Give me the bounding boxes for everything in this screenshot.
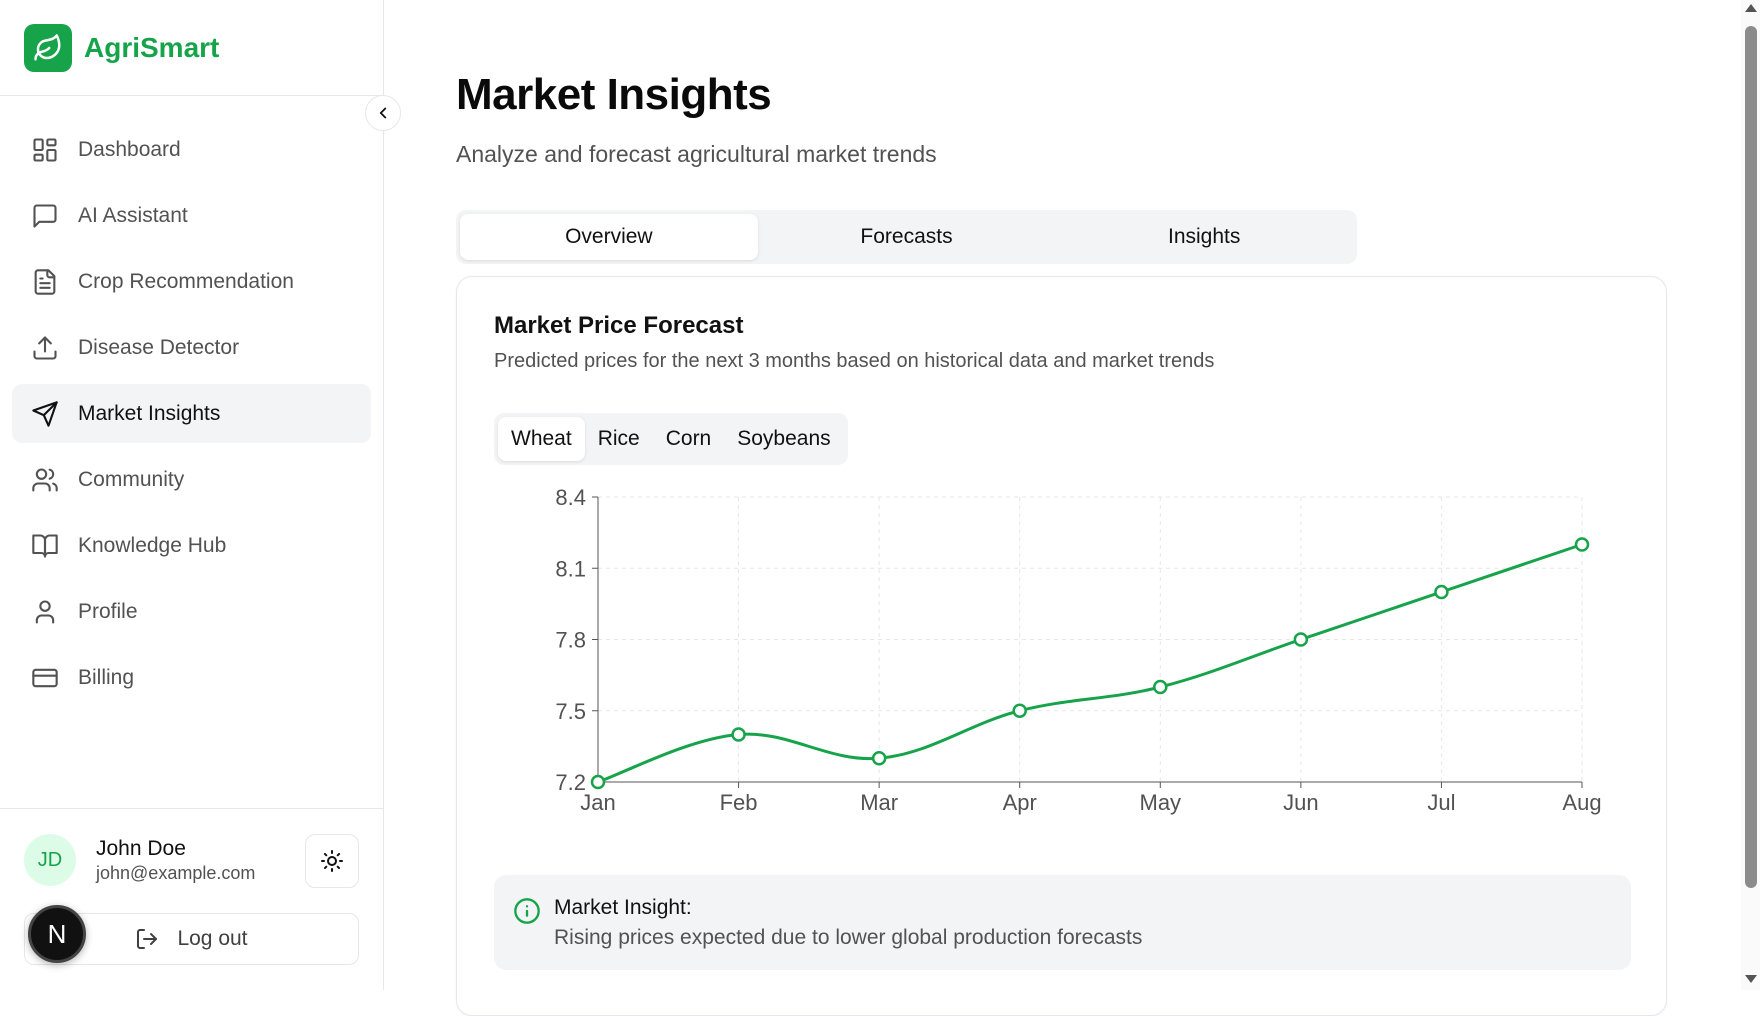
- chevron-left-icon: [379, 107, 387, 119]
- crop-tab-soybeans[interactable]: Soybeans: [724, 417, 843, 461]
- data-point: [1434, 584, 1449, 600]
- sidebar-item-billing[interactable]: Billing: [12, 648, 371, 707]
- x-tick-label: Apr: [1003, 790, 1037, 815]
- sidebar-item-profile[interactable]: Profile: [12, 582, 371, 641]
- sidebar-item-label: Billing: [78, 665, 135, 689]
- logout-label: Log out: [177, 927, 248, 950]
- sidebar-item-label: Dashboard: [78, 137, 181, 161]
- card-title: Market Price Forecast: [494, 312, 744, 339]
- sidebar-item-disease-detector[interactable]: Disease Detector: [12, 318, 371, 377]
- sidebar-nav: Dashboard AI Assistant Crop Recommendati…: [12, 120, 371, 714]
- sidebar-item-ai-assistant[interactable]: AI Assistant: [12, 186, 371, 245]
- info-icon: [514, 898, 540, 924]
- crop-tab-corn[interactable]: Corn: [653, 417, 725, 461]
- file-text-icon: [30, 267, 60, 297]
- scroll-up-arrow-icon[interactable]: [1745, 4, 1757, 12]
- brand-name: AgriSmart: [84, 32, 220, 63]
- data-point: [1293, 632, 1309, 647]
- x-tick-label: Jul: [1427, 790, 1455, 815]
- message-square-icon: [30, 201, 60, 231]
- series-line: [597, 543, 1583, 784]
- credit-card-icon: [30, 663, 60, 693]
- log-out-icon: [137, 929, 158, 949]
- page-subtitle: Analyze and forecast agricultural market…: [456, 141, 937, 167]
- sidebar: AgriSmart Dashboard AI Assistant Crop Re…: [0, 0, 384, 990]
- leaf-logo-icon: [24, 24, 72, 72]
- card-description: Predicted prices for the next 3 months b…: [494, 350, 1215, 372]
- users-icon: [30, 465, 60, 495]
- x-tick-label: Feb: [720, 790, 758, 815]
- price-line-chart: 7.27.57.88.18.4Jan Feb Mar Apr May Jun Jul Aug: [555, 487, 1601, 815]
- divider: [0, 808, 383, 809]
- data-point: [1153, 679, 1168, 695]
- collapse-sidebar-button[interactable]: [365, 95, 401, 131]
- view-tabs: Overview Forecasts Insights: [456, 210, 1357, 264]
- insight-text: Rising prices expected due to lower glob…: [554, 926, 1143, 949]
- crop-tab-wheat[interactable]: Wheat: [498, 417, 585, 461]
- sidebar-item-label: AI Assistant: [78, 203, 188, 227]
- user-icon: [30, 597, 60, 627]
- send-icon: [30, 399, 60, 429]
- x-tick-label: Jun: [1283, 790, 1318, 815]
- sidebar-item-label: Knowledge Hub: [78, 533, 227, 557]
- scroll-down-arrow-icon[interactable]: [1745, 975, 1757, 983]
- user-profile: JD John Doe john@example.com: [24, 834, 255, 886]
- tab-insights[interactable]: Insights: [1055, 214, 1353, 260]
- divider: [0, 95, 383, 96]
- sidebar-item-label: Profile: [78, 599, 138, 623]
- sidebar-item-label: Disease Detector: [78, 335, 240, 359]
- y-tick-label: 8.4: [555, 487, 586, 510]
- sidebar-item-community[interactable]: Community: [12, 450, 371, 509]
- x-tick-label: May: [1140, 790, 1182, 815]
- avatar: JD: [24, 834, 76, 886]
- upload-icon: [30, 333, 60, 363]
- market-insight-callout: Market Insight: Rising prices expected d…: [494, 875, 1631, 970]
- y-tick-label: 7.5: [555, 699, 586, 724]
- x-tick-label: Jan: [580, 790, 615, 815]
- price-forecast-card: Market Price Forecast Predicted prices f…: [456, 276, 1667, 1016]
- crop-tab-rice[interactable]: Rice: [585, 417, 653, 461]
- sidebar-item-label: Crop Recommendation: [78, 269, 294, 293]
- sidebar-item-label: Community: [78, 467, 185, 491]
- book-open-icon: [30, 531, 60, 561]
- sidebar-item-crop-recommendation[interactable]: Crop Recommendation: [12, 252, 371, 311]
- user-name: John Doe: [96, 836, 186, 860]
- data-point: [871, 751, 887, 766]
- tab-overview[interactable]: Overview: [460, 214, 758, 260]
- sidebar-item-knowledge-hub[interactable]: Knowledge Hub: [12, 516, 371, 575]
- sun-icon: [321, 850, 343, 872]
- insight-title: Market Insight:: [554, 896, 692, 919]
- tab-forecasts[interactable]: Forecasts: [758, 214, 1056, 260]
- user-email: john@example.com: [96, 862, 256, 883]
- data-point: [590, 774, 606, 790]
- brand[interactable]: AgriSmart: [24, 24, 219, 72]
- x-tick-label: Aug: [1562, 790, 1601, 815]
- crop-tabs: Wheat Rice Corn Soybeans: [494, 413, 848, 465]
- data-point: [731, 727, 746, 742]
- sidebar-item-dashboard[interactable]: Dashboard: [12, 120, 371, 179]
- data-point: [1012, 703, 1027, 718]
- dashboard-icon: [30, 135, 60, 165]
- y-tick-label: 8.1: [555, 556, 586, 581]
- y-tick-label: 7.8: [555, 628, 586, 653]
- data-point: [1574, 537, 1590, 552]
- sidebar-item-label: Market Insights: [78, 401, 221, 425]
- theme-toggle-button[interactable]: [305, 834, 359, 888]
- x-tick-label: Mar: [860, 790, 898, 815]
- sidebar-item-market-insights[interactable]: Market Insights: [12, 384, 371, 443]
- dev-tools-badge[interactable]: N: [28, 905, 86, 963]
- scrollbar-thumb[interactable]: [1745, 26, 1757, 888]
- page-title: Market Insights: [456, 70, 772, 119]
